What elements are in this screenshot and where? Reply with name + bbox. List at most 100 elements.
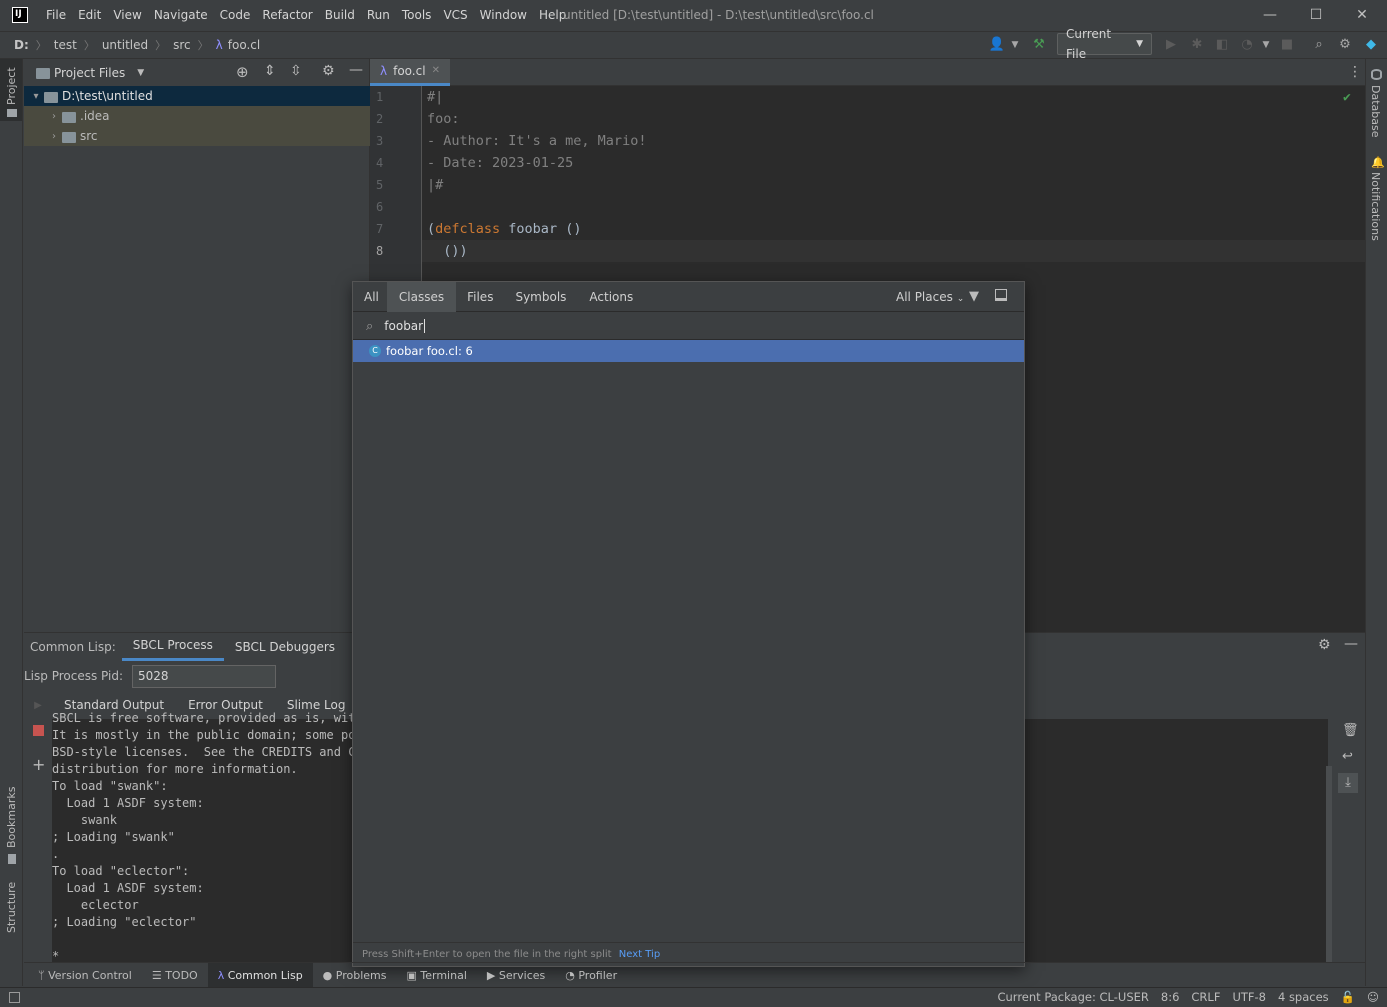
search-icon[interactable]: ⌕ bbox=[1310, 36, 1328, 54]
console-scrollbar[interactable] bbox=[1326, 766, 1332, 962]
tool-window-terminal[interactable]: ▣ Terminal bbox=[396, 963, 476, 988]
tool-window-problems[interactable]: ● Problems bbox=[313, 963, 397, 988]
chevron-right-icon[interactable]: › bbox=[46, 131, 62, 142]
tab-standard-output[interactable]: Standard Output bbox=[52, 698, 176, 712]
menu-run[interactable]: Run bbox=[361, 0, 396, 31]
clear-trash-icon[interactable]: 🗑 bbox=[1342, 723, 1359, 738]
tab-files[interactable]: Files bbox=[456, 282, 504, 312]
scope-selector[interactable]: All Places ⌄ bbox=[896, 282, 964, 314]
project-tool-tab[interactable]: Project bbox=[5, 67, 18, 105]
footer-hint: Press Shift+Enter to open the file in th… bbox=[362, 949, 612, 960]
hide-panel-icon[interactable]: — bbox=[1344, 636, 1358, 652]
menu-tools[interactable]: Tools bbox=[396, 0, 438, 31]
run-icon[interactable]: ▶ bbox=[1162, 36, 1180, 54]
tree-node-src[interactable]: › src bbox=[24, 126, 370, 146]
build-hammer-icon[interactable]: ⚒ bbox=[1030, 36, 1048, 54]
menu-build[interactable]: Build bbox=[319, 0, 361, 31]
no-problems-check-icon[interactable]: ✔ bbox=[1343, 90, 1351, 105]
chevron-right-icon[interactable]: › bbox=[46, 111, 62, 122]
next-tip-link[interactable]: Next Tip bbox=[619, 949, 660, 960]
maximize-button[interactable]: ☐ bbox=[1293, 0, 1339, 31]
bookmarks-tool-tab[interactable]: Bookmarks bbox=[5, 787, 18, 848]
locate-file-icon[interactable]: ⊕ bbox=[236, 63, 249, 81]
tree-node-root[interactable]: ▾ D:\test\untitled bbox=[24, 86, 370, 106]
tab-symbols[interactable]: Symbols bbox=[504, 282, 577, 312]
coverage-icon[interactable]: ◧ bbox=[1213, 36, 1231, 54]
tool-window-common-lisp[interactable]: λ Common Lisp bbox=[207, 962, 313, 988]
account-icon[interactable]: 👤 bbox=[988, 36, 1006, 54]
chevron-down-icon[interactable]: ▼ bbox=[1006, 36, 1024, 54]
profile-icon[interactable]: ◔ bbox=[1238, 36, 1256, 54]
more-options-icon[interactable]: ⋮ bbox=[1348, 64, 1362, 80]
toolbox-icon[interactable]: ◆ bbox=[1362, 36, 1380, 54]
expand-all-icon[interactable]: ⇕ bbox=[264, 63, 276, 79]
menu-refactor[interactable]: Refactor bbox=[256, 0, 318, 31]
settings-gear-icon[interactable]: ⚙ bbox=[1336, 36, 1354, 54]
open-in-tool-window-icon[interactable] bbox=[995, 289, 1007, 301]
tab-all[interactable]: All bbox=[353, 282, 387, 312]
unlock-icon[interactable]: 🔓 bbox=[1341, 988, 1355, 1007]
menu-navigate[interactable]: Navigate bbox=[148, 0, 214, 31]
window-title: untitled [D:\test\untitled] - D:\test\un… bbox=[563, 8, 874, 22]
menu-view[interactable]: View bbox=[107, 0, 147, 31]
status-caret-position[interactable]: 8:6 bbox=[1161, 988, 1180, 1007]
status-encoding[interactable]: UTF-8 bbox=[1232, 988, 1266, 1007]
chevron-down-icon: ⌄ bbox=[956, 294, 965, 304]
search-input[interactable]: foobar bbox=[384, 319, 426, 333]
breadcrumb-untitled[interactable]: untitled bbox=[102, 38, 148, 52]
stop-icon[interactable]: ■ bbox=[1278, 36, 1296, 54]
breadcrumb-test[interactable]: test bbox=[54, 38, 77, 52]
menu-window[interactable]: Window bbox=[474, 0, 533, 31]
menu-edit[interactable]: Edit bbox=[72, 0, 107, 31]
breadcrumb-src[interactable]: src bbox=[173, 38, 191, 52]
chevron-down-icon[interactable]: ▾ bbox=[28, 91, 44, 102]
tab-sbcl-debuggers[interactable]: SBCL Debuggers bbox=[224, 640, 346, 654]
intellij-logo-icon[interactable]: IJ bbox=[12, 7, 28, 23]
tab-classes[interactable]: Classes bbox=[386, 281, 457, 312]
run-configuration-dropdown[interactable]: Current File ▼ bbox=[1057, 27, 1152, 61]
menu-code[interactable]: Code bbox=[214, 0, 257, 31]
breadcrumb-file[interactable]: foo.cl bbox=[228, 38, 260, 52]
breadcrumb-drive[interactable]: D: bbox=[14, 38, 29, 52]
project-view-selector[interactable]: Project Files bbox=[54, 66, 125, 80]
settings-gear-icon[interactable]: ⚙ bbox=[1318, 637, 1331, 653]
menu-file[interactable]: File bbox=[40, 0, 72, 31]
inspection-profile-icon[interactable]: ☺ bbox=[1367, 988, 1379, 1007]
chevron-down-icon[interactable]: ▼ bbox=[1257, 36, 1275, 54]
database-tool-tab[interactable]: Database bbox=[1369, 85, 1382, 138]
minimize-button[interactable]: — bbox=[1247, 0, 1293, 31]
tree-node-idea[interactable]: › .idea bbox=[24, 106, 370, 126]
add-icon[interactable]: + bbox=[32, 755, 45, 774]
stop-process-icon[interactable] bbox=[33, 725, 44, 736]
filter-icon[interactable]: ▼ bbox=[969, 289, 979, 304]
status-line-separator[interactable]: CRLF bbox=[1191, 988, 1220, 1007]
close-tab-icon[interactable]: ✕ bbox=[432, 58, 440, 84]
tool-window-todo[interactable]: ☰ TODO bbox=[142, 963, 208, 988]
hide-panel-icon[interactable]: — bbox=[349, 62, 363, 78]
scroll-to-end-icon[interactable]: ⤓ bbox=[1338, 773, 1358, 793]
soft-wrap-icon[interactable]: ↩ bbox=[1342, 749, 1353, 764]
structure-tool-tab[interactable]: Structure bbox=[5, 882, 18, 933]
options-gear-icon[interactable]: ⚙ bbox=[322, 63, 335, 79]
tool-window-profiler[interactable]: ◔ Profiler bbox=[555, 963, 627, 988]
collapse-all-icon[interactable]: ⇳ bbox=[290, 63, 302, 79]
menu-vcs[interactable]: VCS bbox=[437, 0, 473, 31]
notifications-tool-tab[interactable]: Notifications bbox=[1369, 172, 1382, 241]
status-current-package[interactable]: Current Package: CL-USER bbox=[997, 988, 1148, 1007]
resume-icon[interactable]: ▶ bbox=[24, 700, 52, 711]
tab-actions[interactable]: Actions bbox=[577, 282, 645, 312]
chevron-down-icon[interactable]: ▼ bbox=[137, 68, 144, 78]
tool-window-services[interactable]: ▶ Services bbox=[477, 963, 555, 988]
tab-sbcl-process[interactable]: SBCL Process bbox=[121, 633, 224, 661]
toggle-tool-windows-icon[interactable] bbox=[9, 992, 20, 1003]
close-window-button[interactable]: ✕ bbox=[1339, 0, 1385, 31]
editor-tab-foo-cl[interactable]: λ foo.cl ✕ bbox=[370, 59, 450, 86]
status-indent[interactable]: 4 spaces bbox=[1278, 988, 1329, 1007]
debug-icon[interactable]: ✱ bbox=[1188, 36, 1206, 54]
search-result-item[interactable]: C foobar foo.cl: 6 bbox=[353, 340, 1024, 362]
tab-error-output[interactable]: Error Output bbox=[176, 698, 275, 712]
tab-slime-log[interactable]: Slime Log bbox=[275, 698, 358, 712]
tool-window-version-control[interactable]: ᛘ Version Control bbox=[28, 963, 142, 988]
pid-label: Lisp Process Pid: bbox=[24, 669, 124, 683]
pid-field[interactable]: 5028 bbox=[132, 664, 277, 688]
